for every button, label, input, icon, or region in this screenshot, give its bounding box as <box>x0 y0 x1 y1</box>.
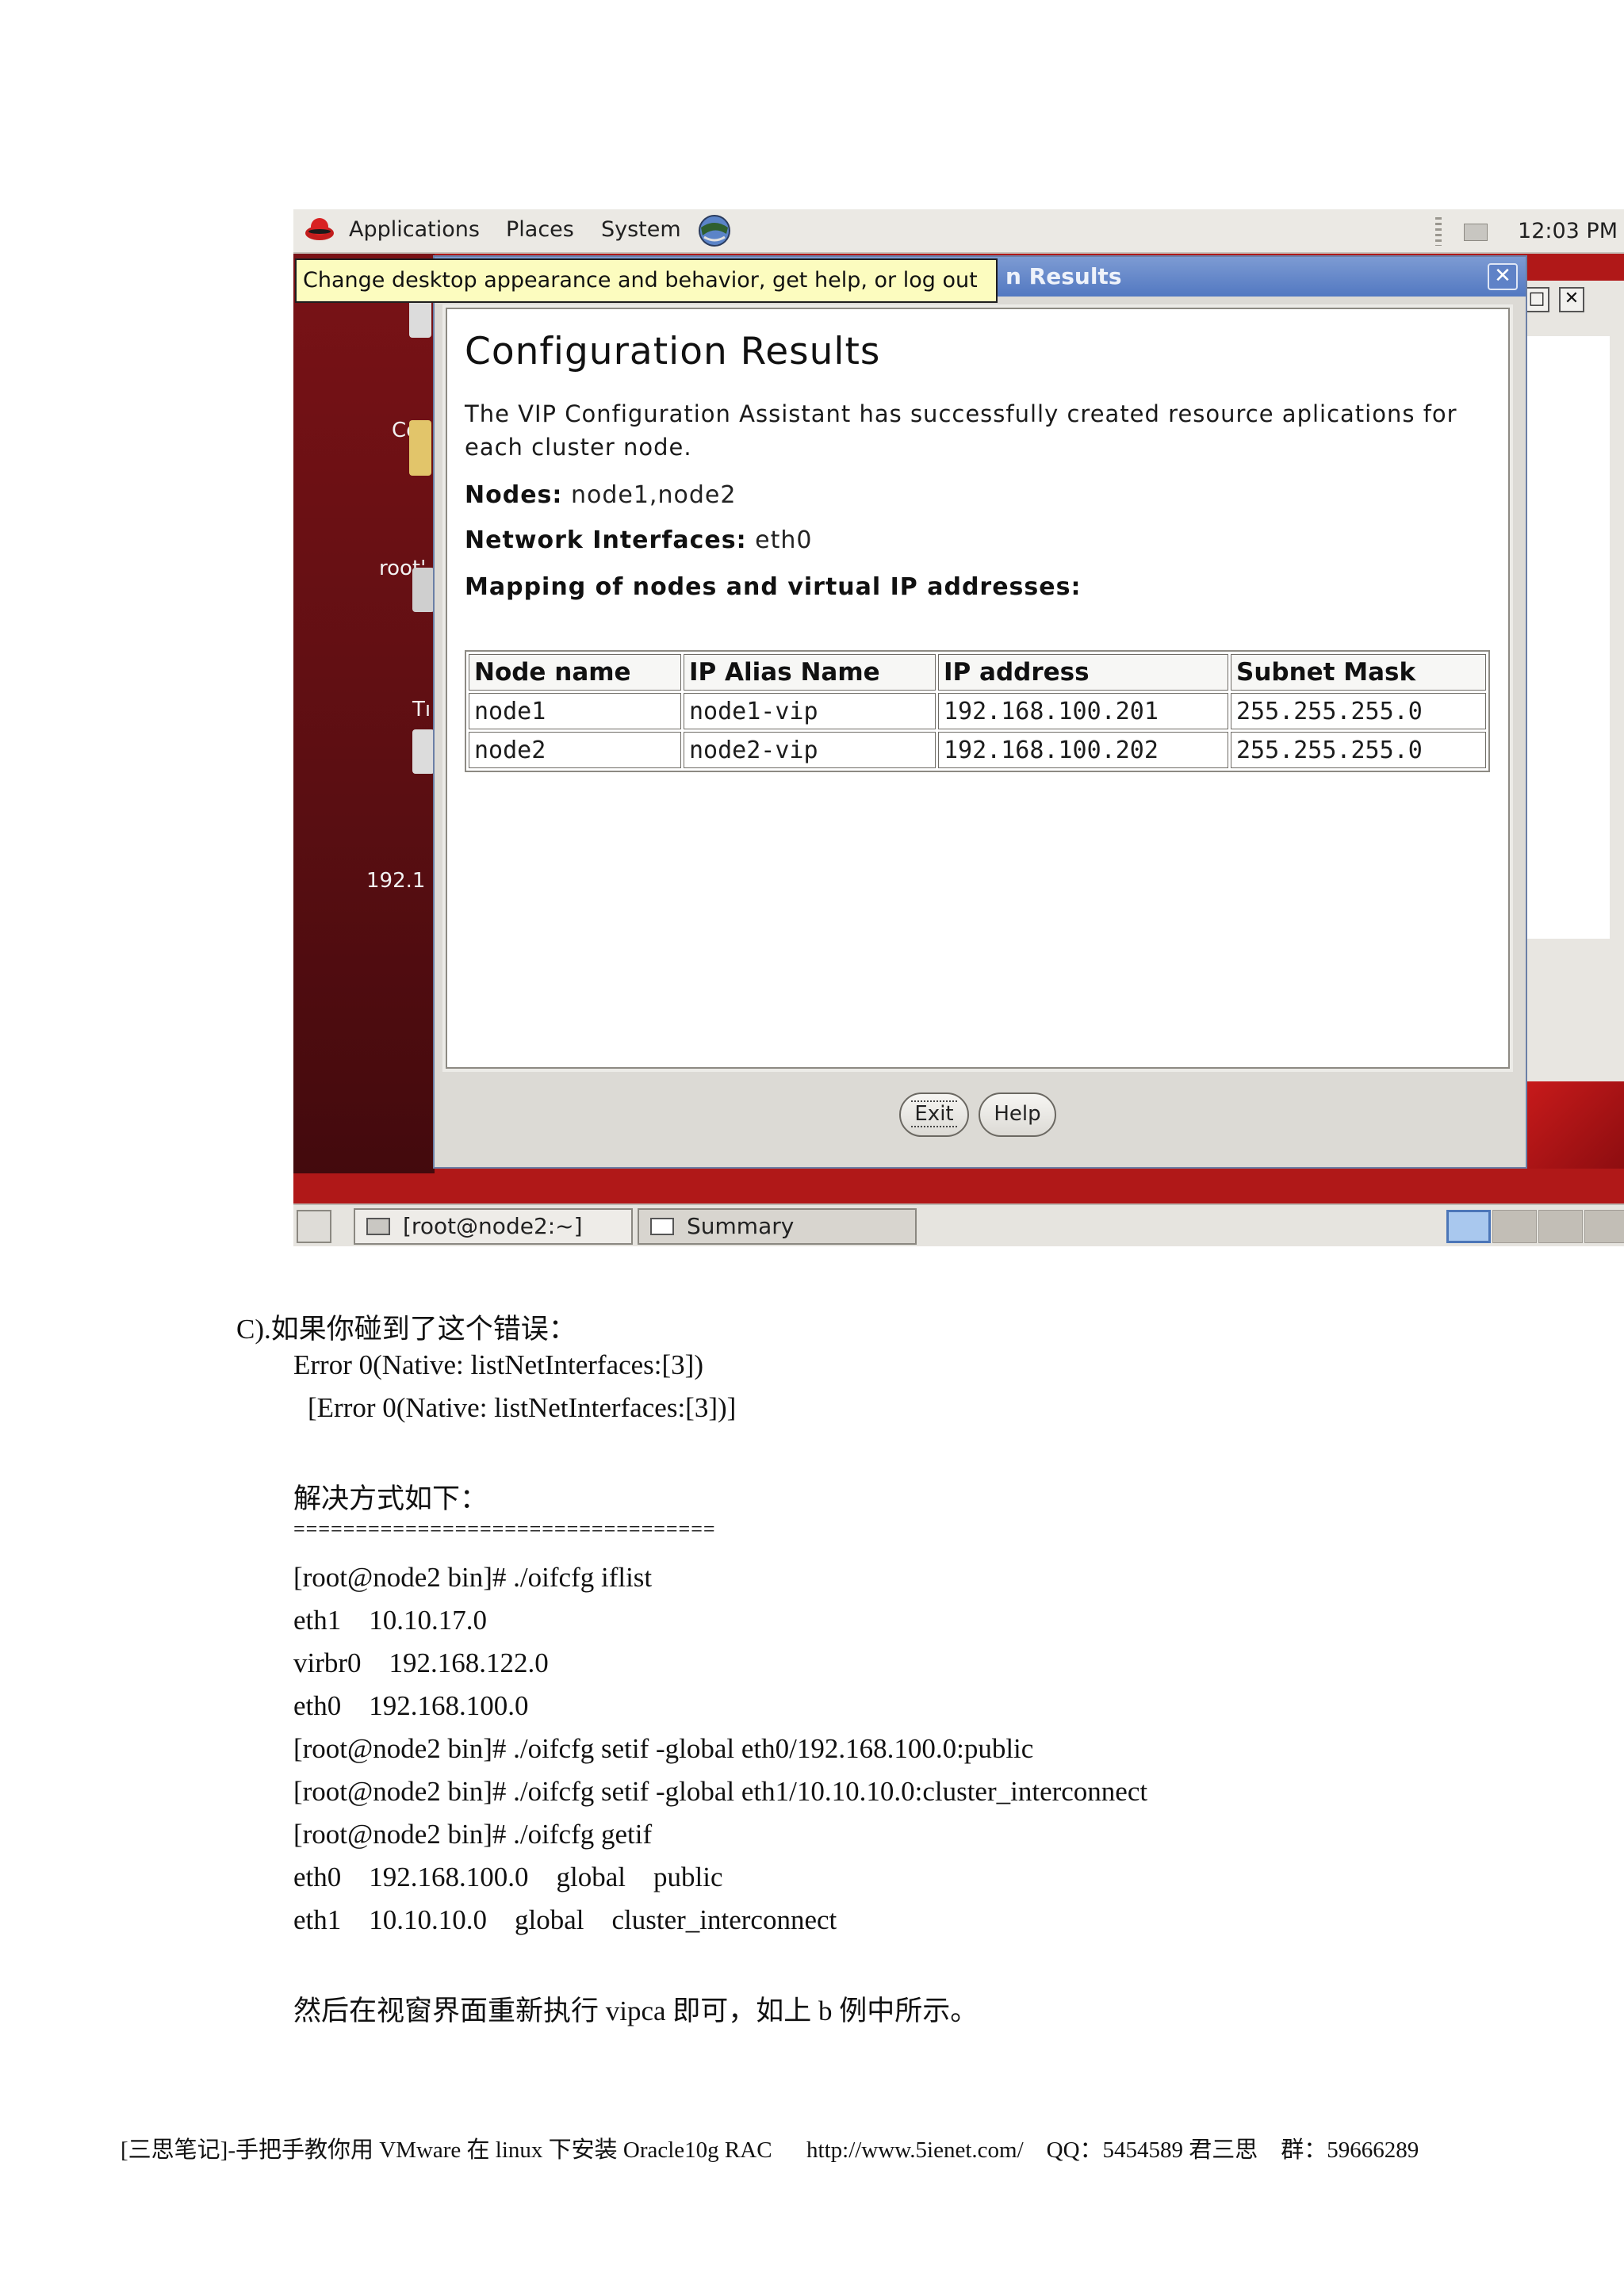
separator-rule: ================================== <box>293 1517 716 1540</box>
results-description: The VIP Configuration Assistant has succ… <box>465 400 1457 461</box>
redhat-logo-icon[interactable] <box>304 216 335 243</box>
window-icon <box>650 1218 674 1235</box>
interfaces-value: eth0 <box>755 526 813 554</box>
col-ip-alias-name: IP Alias Name <box>684 654 936 691</box>
menu-places[interactable]: Places <box>506 217 574 242</box>
table-row: node2 node2-vip 192.168.100.202 255.255.… <box>469 732 1486 768</box>
trash-icon[interactable] <box>412 568 435 612</box>
desktop-label-network[interactable]: 192.1 <box>366 869 425 893</box>
screenshot: Cor root' Tı 192.1 □ ✕ Applications Plac… <box>293 209 1624 1246</box>
home-folder-icon[interactable] <box>409 420 431 476</box>
exit-button-label: Exit <box>911 1100 957 1127</box>
command-line: eth0 192.168.100.0 <box>293 1690 529 1721</box>
cell-ip-address[interactable]: 192.168.100.201 <box>938 693 1228 729</box>
command-line: virbr0 192.168.122.0 <box>293 1647 549 1678</box>
desktop-background: Cor root' Tı 192.1 <box>293 254 435 1173</box>
help-button[interactable]: Help <box>979 1093 1056 1137</box>
clock[interactable]: 12:03 PM <box>1518 219 1618 243</box>
command-line: [root@node2 bin]# ./oifcfg iflist <box>293 1562 653 1593</box>
network-drive-icon[interactable] <box>412 729 435 774</box>
col-node-name: Node name <box>469 654 681 691</box>
background-close-button[interactable]: ✕ <box>1559 287 1584 312</box>
show-desktop-icon[interactable] <box>297 1210 331 1243</box>
taskbar-summary-label: Summary <box>687 1213 795 1239</box>
error-line-1: Error 0(Native: listNetInterfaces:[3]) <box>293 1349 703 1380</box>
taskbar-terminal-label: [root@node2:~] <box>403 1213 583 1239</box>
cell-ip-alias[interactable]: node2-vip <box>684 732 936 768</box>
command-line: eth1 10.10.17.0 <box>293 1605 488 1636</box>
workspace-3[interactable] <box>1538 1210 1583 1243</box>
col-ip-address: IP address <box>938 654 1228 691</box>
command-line: [root@node2 bin]# ./oifcfg getif <box>293 1819 653 1850</box>
mapping-label: Mapping of nodes and virtual IP addresse… <box>465 573 1082 601</box>
solution-heading: 解决方式如下： <box>293 1483 488 1514</box>
nodes-value: node1,node2 <box>570 481 737 509</box>
background-maximize-button[interactable]: □ <box>1524 287 1549 312</box>
table-row: node1 node1-vip 192.168.100.201 255.255.… <box>469 693 1486 729</box>
taskbar-terminal-button[interactable]: [root@node2:~] <box>354 1208 633 1245</box>
cell-subnet-mask[interactable]: 255.255.255.0 <box>1231 693 1486 729</box>
table-header-row: Node name IP Alias Name IP address Subne… <box>469 654 1486 691</box>
cell-node-name[interactable]: node2 <box>469 732 681 768</box>
exit-button[interactable]: Exit <box>899 1093 969 1137</box>
cell-node-name[interactable]: node1 <box>469 693 681 729</box>
nodes-line: Nodes: node1,node2 <box>465 481 1491 509</box>
results-heading: Configuration Results <box>465 330 881 373</box>
system-menu-tooltip: Change desktop appearance and behavior, … <box>295 258 998 303</box>
command-line: [root@node2 bin]# ./oifcfg setif -global… <box>293 1733 1034 1764</box>
panel-separator <box>1435 217 1442 246</box>
section-heading: C).如果你碰到了这个错误： <box>236 1314 576 1345</box>
interfaces-label: Network Interfaces: <box>465 526 747 554</box>
configuration-results-dialog: n Results ✕ Configuration Results The VI… <box>433 255 1527 1169</box>
vip-mapping-table: Node name IP Alias Name IP address Subne… <box>465 650 1490 772</box>
workspace-2[interactable] <box>1492 1210 1537 1243</box>
taskbar-summary-button[interactable]: Summary <box>638 1208 917 1245</box>
dialog-close-button[interactable]: ✕ <box>1488 263 1518 290</box>
menu-system[interactable]: System <box>601 217 681 242</box>
workspace-1[interactable] <box>1446 1210 1491 1243</box>
command-line: eth0 192.168.100.0 global public <box>293 1862 723 1892</box>
page-footer: [三思笔记]-手把手教你用 VMware 在 linux 下安装 Oracle1… <box>121 2137 1419 2163</box>
cell-subnet-mask[interactable]: 255.255.255.0 <box>1231 732 1486 768</box>
background-window-content <box>1515 336 1610 939</box>
cell-ip-alias[interactable]: node1-vip <box>684 693 936 729</box>
top-panel: Applications Places System 12:03 PM <box>293 209 1624 254</box>
menu-applications[interactable]: Applications <box>349 217 480 242</box>
interfaces-line: Network Interfaces: eth0 <box>465 526 1491 554</box>
results-panel: Configuration Results The VIP Configurat… <box>442 304 1513 1072</box>
dialog-title: n Results <box>1005 263 1122 289</box>
nodes-label: Nodes: <box>465 481 563 509</box>
cell-ip-address[interactable]: 192.168.100.202 <box>938 732 1228 768</box>
system-globe-icon[interactable] <box>696 213 733 248</box>
col-subnet-mask: Subnet Mask <box>1231 654 1486 691</box>
command-line: eth1 10.10.10.0 global cluster_interconn… <box>293 1904 837 1935</box>
closing-note: 然后在视窗界面重新执行 vipca 即可，如上 b 例中所示。 <box>293 1996 979 2026</box>
desktop-label-trash[interactable]: Tı <box>412 698 431 721</box>
error-line-2: [Error 0(Native: listNetInterfaces:[3])] <box>308 1392 737 1423</box>
command-line: [root@node2 bin]# ./oifcfg setif -global… <box>293 1776 1148 1807</box>
bottom-taskbar: [root@node2:~] Summary <box>293 1203 1624 1246</box>
terminal-icon <box>366 1218 390 1235</box>
workspace-4[interactable] <box>1584 1210 1624 1243</box>
tray-notification-icon[interactable] <box>1464 224 1488 241</box>
